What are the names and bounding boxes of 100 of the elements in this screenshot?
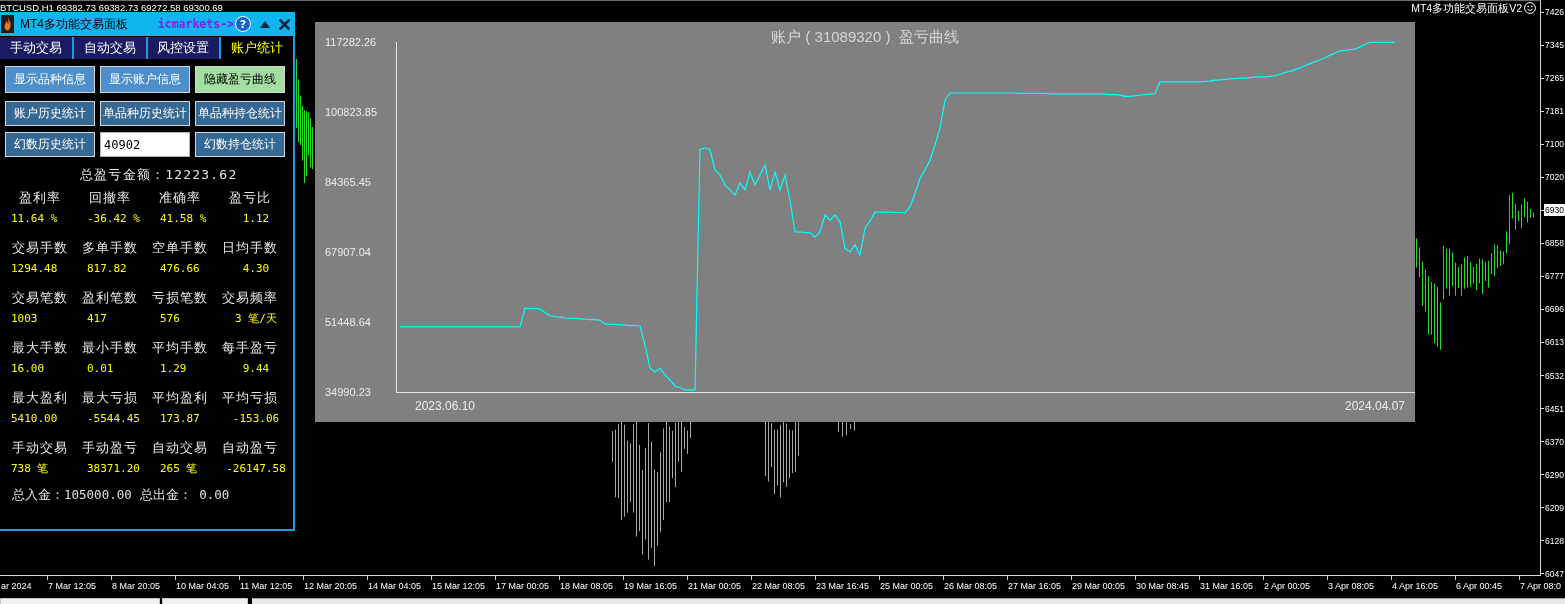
time-label: 6 Apr 00:45	[1455, 580, 1503, 592]
price-label: 6696	[1544, 303, 1565, 316]
stat-value: 1003	[11, 311, 38, 325]
stat-label: 手动盈亏	[82, 439, 138, 457]
time-label: 31 Mar 16:05	[1199, 580, 1254, 592]
time-label: 12 Mar 20:05	[303, 580, 358, 592]
time-label: 18 Mar 08:05	[559, 580, 614, 592]
stat-label: 亏损笔数	[152, 289, 208, 307]
price-label: 6290	[1544, 468, 1565, 481]
stat-value: -5544.45	[87, 411, 140, 425]
stat-label: 最小手数	[82, 339, 138, 357]
stat-value: 41.58 %	[160, 211, 207, 225]
stat-value: -26147.58	[226, 461, 286, 475]
help-button[interactable]: ?	[235, 16, 251, 32]
stat-label: 平均亏损	[222, 389, 278, 407]
time-label: 7 Mar 12:05	[47, 580, 97, 592]
stat-label: 交易手数	[12, 239, 68, 257]
time-label: 25 Mar 00:05	[879, 580, 934, 592]
stat-value: -36.42 %	[87, 211, 140, 225]
panel-title: MT4多功能交易面板	[20, 15, 128, 33]
price-label: 6370	[1544, 435, 1565, 448]
time-label: 7 Apr 08:0	[1519, 580, 1562, 592]
time-label: 15 Mar 12:05	[431, 580, 486, 592]
time-label: 29 Mar 00:05	[1071, 580, 1126, 592]
panel-button[interactable]: 显示账户信息	[100, 66, 190, 93]
stat-value: 16.00	[11, 361, 45, 375]
stat-label: 盈亏比	[229, 189, 271, 207]
smiley-icon	[1524, 2, 1536, 14]
tab[interactable]: 手动交易	[0, 37, 74, 59]
time-label: 21 Mar 00:05	[687, 580, 742, 592]
stat-value: 576	[160, 311, 180, 325]
price-label: 7181	[1544, 105, 1565, 118]
stat-label: 手动交易	[12, 439, 68, 457]
y-tick-label: 67907.04	[325, 246, 371, 258]
price-bar-group	[838, 421, 855, 438]
panel-button[interactable]: 幻数历史统计	[5, 132, 95, 157]
tab[interactable]: 风控设置	[147, 37, 222, 59]
stat-label: 最大亏损	[82, 389, 138, 407]
stat-value: 476.66	[160, 261, 200, 275]
current-price-label: 6930	[1544, 204, 1565, 217]
price-label: 6209	[1544, 501, 1565, 514]
stat-value: 265 笔	[160, 460, 198, 476]
indicator-label: MT4多功能交易面板V2	[1411, 1, 1522, 15]
stat-value: 3 笔/天	[235, 310, 277, 326]
chart-tab[interactable]	[0, 598, 160, 604]
tab[interactable]: 自动交易	[73, 37, 148, 59]
stat-value: 0.01	[87, 361, 114, 375]
deposit-total: 总入金：105000.00	[12, 486, 132, 504]
broker-label: icmarkets->	[157, 17, 234, 31]
stat-label: 空单手数	[152, 239, 208, 257]
y-tick-label: 100823.85	[325, 106, 377, 118]
chart-tab[interactable]	[162, 598, 248, 604]
price-label: 7345	[1544, 39, 1565, 52]
stat-value: 11.64 %	[11, 211, 58, 225]
stat-value: 9.44	[242, 361, 270, 375]
price-label: 6128	[1544, 534, 1565, 547]
price-label: 7100	[1544, 138, 1565, 151]
stat-value: 173.87	[160, 411, 200, 425]
stat-value: 738 笔	[11, 460, 49, 476]
y-tick-label: 34990.23	[325, 386, 371, 398]
caret-up-icon[interactable]	[260, 20, 270, 28]
stat-label: 自动盈亏	[222, 439, 278, 457]
stat-value: 1294.48	[11, 261, 58, 275]
y-tick-label: 51448.64	[325, 316, 371, 328]
y-tick-label: 84365.45	[325, 176, 371, 188]
stat-value: 38371.20	[87, 461, 140, 475]
price-label: 6858	[1544, 237, 1565, 250]
stat-label: 每手盈亏	[222, 339, 278, 357]
time-label: 2 Apr 00:05	[1263, 580, 1311, 592]
number-field[interactable]: 40902	[100, 132, 190, 157]
stat-label: 最大盈利	[12, 389, 68, 407]
panel-button[interactable]: 账户历史统计	[5, 101, 95, 126]
panel-button[interactable]: 隐藏盈亏曲线	[195, 66, 285, 93]
time-label: 4 Apr 16:05	[1391, 580, 1439, 592]
stat-label: 日均手数	[222, 239, 278, 257]
flame-icon	[1, 15, 14, 33]
panel-button[interactable]: 显示品种信息	[5, 66, 95, 93]
time-label: 19 Mar 16:05	[623, 580, 678, 592]
y-tick-label: 117282.26	[325, 36, 377, 48]
panel-button[interactable]: 单品种历史统计	[100, 101, 190, 126]
scrollbar[interactable]	[252, 598, 1565, 604]
stat-value: 417	[87, 311, 107, 325]
price-label: 6451	[1544, 402, 1565, 415]
price-label: 6613	[1544, 336, 1565, 349]
panel-button[interactable]: 单品种持仓统计	[195, 101, 285, 126]
x-tick-label: 2023.06.10	[414, 399, 476, 413]
stat-label: 准确率	[159, 189, 201, 207]
price-label: 7265	[1544, 72, 1565, 85]
stat-value: -153.06	[232, 411, 280, 425]
time-label: 3 Apr 08:05	[1327, 580, 1375, 592]
price-label: 6777	[1544, 270, 1565, 283]
price-label: 6532	[1544, 369, 1565, 382]
withdrawal-total: 总出金： 0.00	[139, 486, 230, 504]
stat-label: 交易频率	[222, 289, 278, 307]
stat-label: 交易笔数	[12, 289, 68, 307]
panel-button[interactable]: 幻数持仓统计	[195, 132, 285, 157]
close-icon[interactable]	[279, 18, 290, 30]
stat-label: 盈利率	[19, 189, 61, 207]
time-label: ar 2024	[0, 580, 32, 592]
stat-label: 平均盈利	[152, 389, 208, 407]
